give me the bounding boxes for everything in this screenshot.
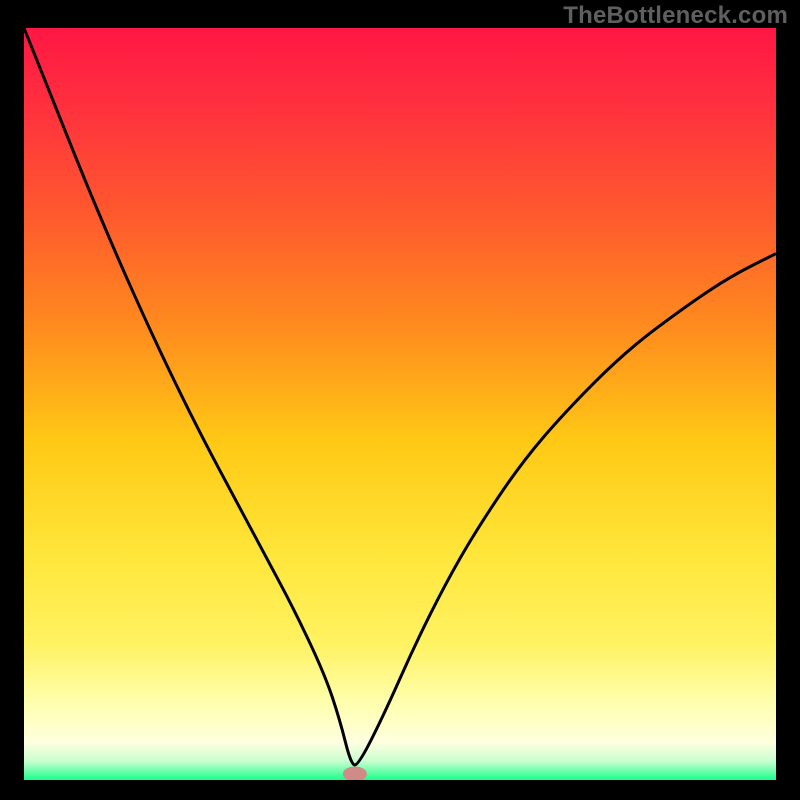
chart-frame: TheBottleneck.com (0, 0, 800, 800)
chart-svg (24, 28, 776, 780)
plot-area (24, 28, 776, 780)
watermark-text: TheBottleneck.com (563, 2, 788, 30)
gradient-background (24, 28, 776, 780)
